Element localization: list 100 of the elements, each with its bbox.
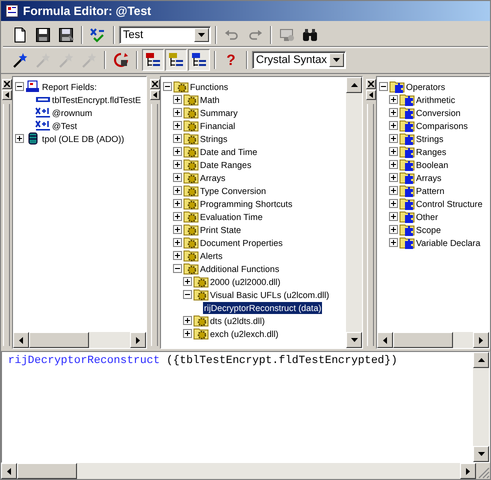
- scroll-right-button[interactable]: [460, 463, 476, 479]
- scroll-left-button[interactable]: [1, 463, 17, 479]
- toggle-button[interactable]: [188, 49, 210, 71]
- expand-icon[interactable]: [389, 108, 398, 117]
- expand-icon[interactable]: [389, 199, 398, 208]
- tree-item[interactable]: Financial: [199, 120, 236, 132]
- dropdown[interactable]: Crystal Syntax: [252, 51, 346, 69]
- close-button[interactable]: [2, 79, 12, 89]
- collapse-button[interactable]: [366, 90, 376, 100]
- tree-item[interactable]: Scope: [415, 224, 442, 236]
- pane-grip[interactable]: [3, 104, 10, 346]
- expand-icon[interactable]: [389, 147, 398, 156]
- expand-icon[interactable]: [389, 160, 398, 169]
- tree-item[interactable]: tblTestEncrypt.fldTestE: [51, 94, 142, 106]
- tree-item[interactable]: Other: [415, 210, 440, 222]
- tree-item[interactable]: Comparisons: [415, 120, 469, 132]
- expand-icon[interactable]: [389, 212, 398, 221]
- collapse-icon[interactable]: [163, 82, 172, 91]
- expand-icon[interactable]: [173, 199, 182, 208]
- tree-item[interactable]: Control Structure: [415, 198, 484, 210]
- tree-item[interactable]: Boolean: [415, 158, 450, 170]
- tree-item[interactable]: Alerts: [199, 250, 224, 262]
- expand-icon[interactable]: [389, 173, 398, 182]
- scroll-down-button[interactable]: [473, 446, 489, 462]
- scroll-left-button[interactable]: [13, 332, 29, 348]
- tree-item[interactable]: 2000 (u2l2000.dll): [209, 276, 282, 288]
- expand-icon[interactable]: [183, 277, 192, 286]
- expand-icon[interactable]: [173, 160, 182, 169]
- tree-item[interactable]: @Test: [51, 120, 78, 132]
- scroll-up-button[interactable]: [346, 77, 362, 93]
- scroll-right-button[interactable]: [130, 332, 146, 348]
- collapse-button[interactable]: [2, 90, 12, 100]
- scrollbar-thumb[interactable]: [393, 332, 453, 348]
- collapse-icon[interactable]: [15, 82, 24, 91]
- expand-icon[interactable]: [173, 238, 182, 247]
- toggle-button[interactable]: [165, 49, 187, 71]
- expand-icon[interactable]: [173, 225, 182, 234]
- help-button[interactable]: ?: [220, 49, 242, 71]
- pane-grip[interactable]: [367, 104, 374, 346]
- expand-icon[interactable]: [183, 316, 192, 325]
- collapse-icon[interactable]: [183, 290, 192, 299]
- expand-icon[interactable]: [173, 173, 182, 182]
- horizontal-scrollbar[interactable]: [1, 463, 476, 479]
- tree-item[interactable]: Conversion: [415, 106, 462, 118]
- tree-item[interactable]: Functions: [189, 80, 230, 92]
- tree-item[interactable]: Evaluation Time: [199, 210, 264, 222]
- expand-icon[interactable]: [15, 134, 24, 143]
- expand-icon[interactable]: [173, 147, 182, 156]
- tree-item[interactable]: Additional Functions: [199, 262, 280, 274]
- tree-item[interactable]: exch (u2lexch.dll): [209, 328, 280, 340]
- tree-item[interactable]: Document Properties: [199, 236, 284, 248]
- close-button[interactable]: [150, 79, 160, 89]
- tree-item[interactable]: Strings: [415, 132, 444, 144]
- tree-item[interactable]: Arrays: [199, 172, 226, 184]
- tree-item[interactable]: Math: [199, 94, 221, 106]
- horizontal-scrollbar[interactable]: [377, 332, 489, 348]
- expand-icon[interactable]: [389, 238, 398, 247]
- scroll-up-button[interactable]: [473, 352, 489, 368]
- tree-item[interactable]: Summary: [199, 106, 239, 118]
- horizontal-scrollbar[interactable]: [13, 332, 146, 348]
- scroll-down-button[interactable]: [346, 332, 362, 348]
- tree-item[interactable]: @rownum: [51, 106, 94, 118]
- tree-item[interactable]: Arrays: [415, 172, 442, 184]
- collapse-icon[interactable]: [173, 264, 182, 273]
- pane-grip[interactable]: [151, 104, 158, 346]
- scrollbar-thumb[interactable]: [17, 463, 77, 479]
- tree-item[interactable]: Report Fields:: [41, 80, 98, 92]
- expand-icon[interactable]: [173, 251, 182, 260]
- expand-icon[interactable]: [173, 108, 182, 117]
- tree-item[interactable]: Operators: [405, 80, 446, 92]
- expand-icon[interactable]: [173, 134, 182, 143]
- tree-item[interactable]: Programming Shortcuts: [199, 198, 294, 210]
- collapse-button[interactable]: [150, 90, 160, 100]
- expand-icon[interactable]: [173, 186, 182, 195]
- expand-icon[interactable]: [173, 212, 182, 221]
- expand-icon[interactable]: [389, 225, 398, 234]
- expand-icon[interactable]: [173, 95, 182, 104]
- expand-icon[interactable]: [389, 95, 398, 104]
- resize-grip-icon[interactable]: [476, 465, 490, 479]
- tree-item[interactable]: Print State: [199, 224, 242, 236]
- tree-item[interactable]: Type Conversion: [199, 184, 268, 196]
- scroll-right-button[interactable]: [473, 332, 489, 348]
- tree-item[interactable]: Pattern: [415, 184, 446, 196]
- tree-item[interactable]: Arithmetic: [415, 94, 456, 106]
- expand-icon[interactable]: [389, 134, 398, 143]
- tree-item[interactable]: Strings: [199, 132, 228, 144]
- tree-item[interactable]: Date Ranges: [199, 158, 252, 170]
- tree-item[interactable]: Visual Basic UFLs (u2lcom.dll): [209, 288, 330, 300]
- expand-icon[interactable]: [389, 121, 398, 130]
- tree-item[interactable]: dts (u2ldts.dll): [209, 314, 266, 326]
- collapse-icon[interactable]: [379, 82, 388, 91]
- vertical-scrollbar[interactable]: [473, 352, 489, 462]
- toggle-button[interactable]: [142, 49, 164, 71]
- expand-icon[interactable]: [183, 329, 192, 338]
- tree-item[interactable]: tpol (OLE DB (ADO)): [41, 132, 126, 144]
- vertical-scrollbar[interactable]: [346, 77, 362, 348]
- tree-item[interactable]: Variable Declara: [415, 236, 482, 248]
- close-button[interactable]: [366, 79, 376, 89]
- scroll-left-button[interactable]: [377, 332, 393, 348]
- expand-icon[interactable]: [389, 186, 398, 195]
